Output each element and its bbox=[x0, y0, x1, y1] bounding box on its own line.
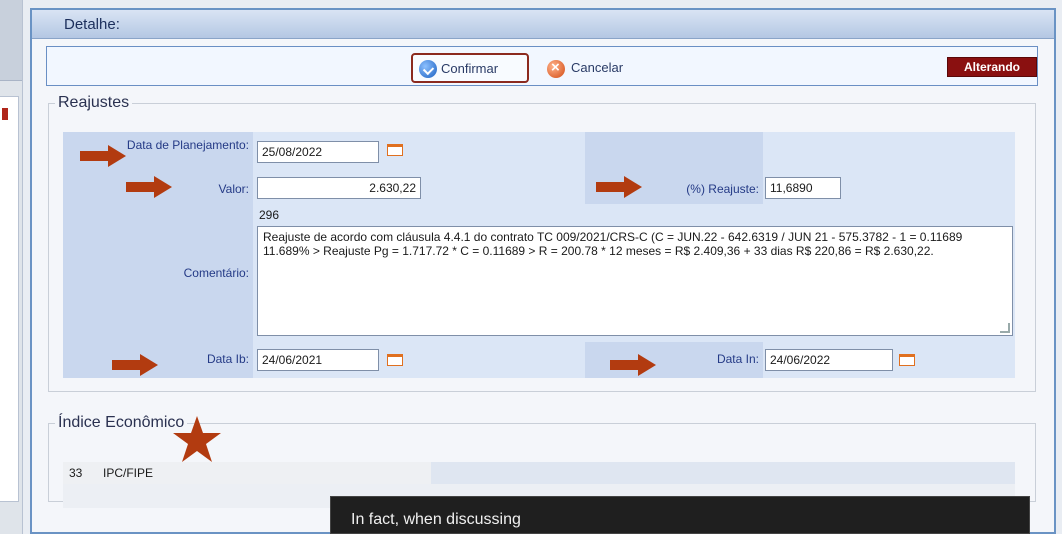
row-comentario: Comentário: 296 Reajuste de acordo com c… bbox=[63, 204, 1015, 342]
comentario-char-count: 296 bbox=[259, 208, 280, 222]
reajustes-legend: Reajustes bbox=[58, 94, 130, 111]
annotation-arrow-icon bbox=[596, 176, 642, 198]
indice-name: IPC/FIPE bbox=[103, 466, 154, 480]
comentario-textarea[interactable]: Reajuste de acordo com cláusula 4.4.1 do… bbox=[257, 226, 1013, 336]
row-datas: Data Ib: Data In: bbox=[63, 342, 1015, 378]
reajustes-section: Reajustes Data de Planejamento: Valor: (… bbox=[48, 94, 1036, 392]
data-ib-label: Data Ib: bbox=[63, 342, 253, 378]
reajuste-input[interactable] bbox=[765, 177, 841, 199]
indice-row[interactable]: 33 IPC/FIPE bbox=[63, 462, 1015, 484]
indice-legend: Índice Econômico bbox=[58, 414, 185, 431]
action-toolbar: Confirmar Cancelar Alterando bbox=[46, 46, 1038, 86]
indice-code: 33 bbox=[69, 466, 83, 480]
annotation-star-icon bbox=[173, 416, 221, 462]
caption-overlay: In fact, when discussing bbox=[330, 496, 1030, 534]
confirm-button[interactable]: Confirmar bbox=[411, 53, 529, 83]
resize-grip-icon[interactable] bbox=[1000, 323, 1010, 333]
left-panel-marker bbox=[2, 108, 8, 120]
panel-title-bar: Detalhe: bbox=[32, 10, 1054, 39]
status-badge: Alterando bbox=[947, 57, 1037, 77]
comentario-label: Comentário: bbox=[63, 204, 253, 342]
row-data-planejamento: Data de Planejamento: bbox=[63, 132, 1015, 174]
valor-input[interactable] bbox=[257, 177, 421, 199]
data-in-input[interactable] bbox=[765, 349, 893, 371]
cancel-label: Cancelar bbox=[571, 60, 624, 75]
empty-value-cell bbox=[763, 132, 1015, 174]
calendar-icon[interactable] bbox=[387, 354, 403, 366]
annotation-arrow-icon bbox=[112, 354, 158, 376]
comentario-text: Reajuste de acordo com cláusula 4.4.1 do… bbox=[263, 230, 963, 258]
left-panel-list bbox=[0, 96, 19, 502]
row-valor: Valor: (%) Reajuste: bbox=[63, 174, 1015, 204]
data-ib-input[interactable] bbox=[257, 349, 379, 371]
empty-label-cell bbox=[585, 132, 763, 174]
left-panel-header bbox=[0, 0, 22, 81]
confirm-label: Confirmar bbox=[441, 61, 499, 76]
close-icon bbox=[547, 59, 565, 78]
annotation-arrow-icon bbox=[610, 354, 656, 376]
calendar-icon[interactable] bbox=[387, 144, 403, 156]
calendar-icon[interactable] bbox=[899, 354, 915, 366]
panel-title: Detalhe: bbox=[64, 16, 120, 33]
annotation-arrow-icon bbox=[80, 145, 126, 167]
left-side-panel bbox=[0, 0, 23, 534]
check-icon bbox=[419, 60, 437, 78]
data-planejamento-input[interactable] bbox=[257, 141, 379, 163]
cancel-button[interactable]: Cancelar bbox=[547, 57, 657, 81]
indice-name-cell: 33 IPC/FIPE bbox=[63, 462, 431, 484]
annotation-arrow-icon bbox=[126, 176, 172, 198]
